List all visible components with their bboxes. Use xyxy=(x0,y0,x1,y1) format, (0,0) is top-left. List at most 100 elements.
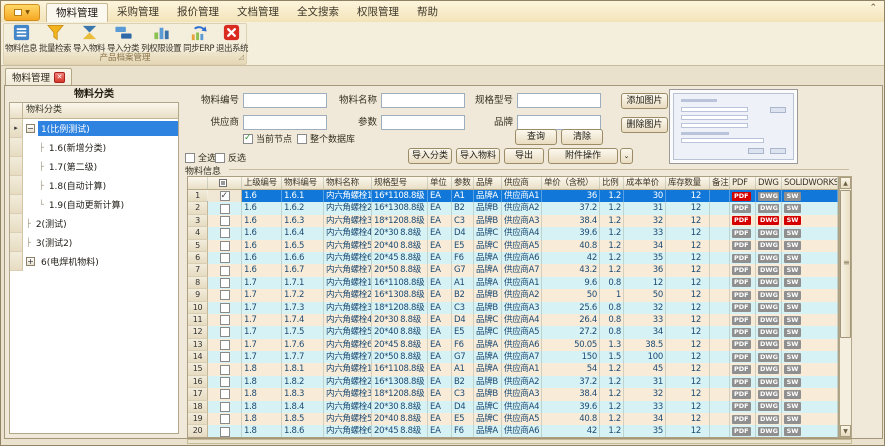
column-header[interactable]: 上级编号 xyxy=(242,177,282,189)
column-header[interactable]: 备注 xyxy=(710,177,730,189)
pdf-badge[interactable]: PDF xyxy=(732,316,751,325)
cell-select[interactable] xyxy=(208,289,242,301)
pdf-badge[interactable]: PDF xyxy=(732,415,751,424)
column-header[interactable]: 物料名称 xyxy=(324,177,372,189)
import-material-button[interactable]: 导入物料 xyxy=(456,148,500,164)
pdf-badge[interactable]: PDF xyxy=(732,328,751,337)
dwg-badge[interactable]: DWG xyxy=(758,427,779,436)
ribbon-button-batch-search[interactable]: 批量检索 xyxy=(38,23,72,54)
cell-select[interactable] xyxy=(208,202,242,214)
cell-select[interactable] xyxy=(208,227,242,239)
column-header-select[interactable] xyxy=(208,177,242,189)
dwg-badge[interactable]: DWG xyxy=(758,266,779,275)
ribbon-tab[interactable]: 全文搜索 xyxy=(288,3,348,22)
column-header[interactable]: 品牌 xyxy=(474,177,502,189)
column-header[interactable]: 供应商 xyxy=(502,177,542,189)
solidworks-badge[interactable]: SW xyxy=(784,241,801,250)
pdf-badge[interactable]: PDF xyxy=(732,378,751,387)
table-row[interactable]: 181.81.8.4内六角螺栓420*308.8级EAD4品牌C供应商A439.… xyxy=(188,401,838,413)
table-row[interactable]: 81.71.7.1内六角螺栓116*1108.8级EAA1品牌A供应商A19.6… xyxy=(188,277,838,289)
row-checkbox[interactable] xyxy=(220,303,230,313)
pdf-badge[interactable]: PDF xyxy=(732,353,751,362)
dwg-badge[interactable]: DWG xyxy=(758,340,779,349)
param-input[interactable] xyxy=(381,115,465,130)
pdf-badge[interactable]: PDF xyxy=(732,340,751,349)
table-row[interactable]: 131.71.7.6内六角螺栓620*458.8级EAF6品牌A供应商A650.… xyxy=(188,339,838,351)
row-checkbox[interactable] xyxy=(220,327,230,337)
column-header[interactable]: 库存数量 xyxy=(666,177,710,189)
table-row[interactable]: 11.61.6.1内六角螺栓116*1108.8级EAA1品牌A供应商A1361… xyxy=(188,190,838,202)
brand-input[interactable] xyxy=(517,115,601,130)
pdf-badge[interactable]: PDF xyxy=(732,390,751,399)
column-header[interactable]: DWG xyxy=(756,177,782,189)
ribbon-tab[interactable]: 权限管理 xyxy=(348,3,408,22)
cell-select[interactable] xyxy=(208,264,242,276)
clear-button[interactable]: 清除 xyxy=(561,129,603,145)
solidworks-badge[interactable]: SW xyxy=(784,340,801,349)
close-tab-icon[interactable]: ✕ xyxy=(54,72,65,83)
cell-select[interactable] xyxy=(208,215,242,227)
dwg-badge[interactable]: DWG xyxy=(758,365,779,374)
solidworks-badge[interactable]: SW xyxy=(784,266,801,275)
row-checkbox[interactable] xyxy=(220,266,230,276)
dwg-badge[interactable]: DWG xyxy=(758,229,779,238)
cell-select[interactable] xyxy=(208,413,242,425)
table-row[interactable]: 51.61.6.5内六角螺栓520*408.8级EAE5品牌C供应商A540.8… xyxy=(188,240,838,252)
table-row[interactable]: 201.81.8.6内六角螺栓620*458.8级EAF6品牌A供应商A6421… xyxy=(188,425,838,437)
row-checkbox[interactable] xyxy=(220,290,230,300)
table-row[interactable]: 151.81.8.1内六角螺栓116*1108.8级EAA1品牌A供应商A154… xyxy=(188,363,838,375)
table-row[interactable]: 71.61.6.7内六角螺栓720*508.8级EAG7品牌A供应商A743.2… xyxy=(188,264,838,276)
cell-select[interactable] xyxy=(208,314,242,326)
row-checkbox[interactable] xyxy=(220,427,230,437)
attachment-button[interactable]: 附件操作 xyxy=(548,148,618,164)
column-header[interactable]: PDF xyxy=(730,177,756,189)
row-checkbox[interactable] xyxy=(220,389,230,399)
table-row[interactable]: 101.71.7.3内六角螺栓318*1208.8级EAC3品牌B供应商A325… xyxy=(188,302,838,314)
cell-select[interactable] xyxy=(208,277,242,289)
import-category-button[interactable]: 导入分类 xyxy=(408,148,452,164)
table-row[interactable]: 31.61.6.3内六角螺栓318*1208.8级EAC3品牌B供应商A338.… xyxy=(188,215,838,227)
column-header[interactable]: 成本单价 xyxy=(624,177,666,189)
tree-item[interactable]: └1.9(自动更新计算) xyxy=(10,195,178,214)
vertical-scrollbar[interactable]: ▲ ▼ xyxy=(839,176,852,438)
tree-header[interactable]: 物料分类 xyxy=(10,103,178,119)
dwg-badge[interactable]: DWG xyxy=(758,241,779,250)
solidworks-badge[interactable]: SW xyxy=(784,415,801,424)
pdf-badge[interactable]: PDF xyxy=(732,278,751,287)
expand-icon[interactable]: + xyxy=(26,257,35,266)
dwg-badge[interactable]: DWG xyxy=(758,316,779,325)
dwg-badge[interactable]: DWG xyxy=(758,291,779,300)
row-checkbox[interactable] xyxy=(220,315,230,325)
ribbon-tab[interactable]: 帮助 xyxy=(408,3,447,22)
select-all-checkbox[interactable]: 全选 xyxy=(185,151,216,164)
query-button[interactable]: 查询 xyxy=(515,129,557,145)
row-checkbox[interactable] xyxy=(220,377,230,387)
supplier-input[interactable] xyxy=(243,115,327,130)
solidworks-badge[interactable]: SW xyxy=(784,254,801,263)
solidworks-badge[interactable]: SW xyxy=(784,278,801,287)
pdf-badge[interactable]: PDF xyxy=(732,254,751,263)
tree-item[interactable]: ├2(测试) xyxy=(10,214,178,233)
pdf-badge[interactable]: PDF xyxy=(732,229,751,238)
cell-select[interactable] xyxy=(208,363,242,375)
solidworks-badge[interactable]: SW xyxy=(784,192,801,201)
tree-item[interactable]: +6(电焊机物料) xyxy=(10,252,178,271)
pdf-badge[interactable]: PDF xyxy=(732,402,751,411)
scrollbar-thumb[interactable] xyxy=(840,190,851,338)
spec-model-input[interactable] xyxy=(517,93,601,108)
collapse-icon[interactable]: − xyxy=(26,124,35,133)
solidworks-badge[interactable]: SW xyxy=(784,427,801,436)
row-checkbox[interactable] xyxy=(220,340,230,350)
cell-select[interactable] xyxy=(208,302,242,314)
ribbon-tab[interactable]: 报价管理 xyxy=(168,3,228,22)
column-header[interactable]: 参数 xyxy=(452,177,474,189)
material-name-input[interactable] xyxy=(381,93,465,108)
pdf-badge[interactable]: PDF xyxy=(732,204,751,213)
horizontal-scrollbar[interactable] xyxy=(187,439,852,444)
attachment-dropdown-icon[interactable]: ⌄ xyxy=(620,148,633,164)
ribbon-button-import-category[interactable]: 导入分类 xyxy=(106,23,140,54)
scroll-up-icon[interactable]: ▲ xyxy=(840,177,851,189)
tree-item[interactable]: ▸−1(比例测试) xyxy=(10,119,178,138)
ribbon-button-sync-erp[interactable]: 同步ERP xyxy=(182,23,215,54)
pdf-badge[interactable]: PDF xyxy=(732,303,751,312)
